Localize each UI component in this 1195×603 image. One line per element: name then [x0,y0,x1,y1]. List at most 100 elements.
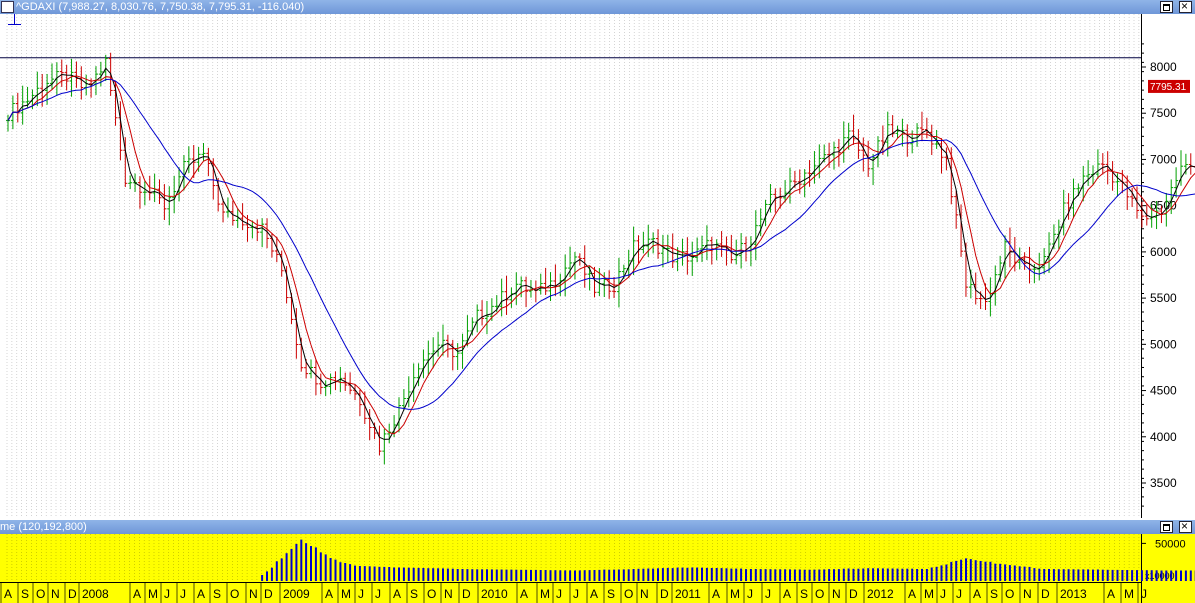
x-tick-label: A [393,587,401,601]
volume-bar [886,568,889,581]
volume-bar [1013,565,1016,581]
volume-bar [891,568,894,581]
x-tick-label: M [1124,587,1134,601]
x-tick-label: M [924,587,934,601]
volume-bar [1175,570,1178,581]
volume-panel-title: me (120,192,800) [0,521,87,533]
x-tick-label: O [36,587,45,601]
close-icon[interactable] [1179,0,1192,13]
volume-bar [1180,570,1182,581]
x-tick-label: A [197,587,205,601]
volume-bar [407,567,410,581]
x-tick-label: N [51,587,60,601]
volume-bar [1155,570,1158,581]
volume-bar [1189,570,1192,581]
volume-bar [603,569,606,581]
volume-bar [324,554,327,581]
volume-bar [442,568,444,581]
volume-bar [1096,569,1099,581]
volume-bar [1028,566,1031,581]
y-tick-label: 4000 [1150,430,1177,444]
volume-bar [1033,568,1036,581]
x-tick-label: S [21,587,29,601]
x-tick-label: S [213,587,221,601]
volume-close-icon[interactable] [1179,519,1192,533]
volume-bar [583,570,586,581]
volume-bar [1004,564,1007,581]
volume-bar [1008,565,1011,581]
volume-bar [1048,569,1050,581]
x-tick-label: A [783,587,791,601]
volume-bar [661,568,664,581]
volume-bar [945,564,948,581]
x-tick-label: S [990,587,998,601]
price-plot-background [0,14,1195,518]
volume-bar [725,568,728,581]
volume-bar [1038,568,1041,581]
price-panel-title: ^GDAXI (7,988.27, 8,030.76, 7,750.38, 7,… [16,1,305,13]
volume-bar [872,568,875,581]
x-tick-label: N [249,587,258,601]
volume-bar [1023,566,1026,581]
volume-bar [960,559,963,581]
volume-bar [500,569,503,581]
volume-bar [818,569,821,581]
volume-bar [1131,570,1134,581]
x-tick-label: 2013 [1060,587,1087,601]
volume-bar [290,548,293,581]
volume-bar [476,569,479,581]
panel-menu-icon[interactable] [1,1,14,13]
y-tick-label: 6000 [1150,245,1177,259]
maximize-icon[interactable] [1159,1,1173,13]
volume-bar [784,569,787,581]
volume-bar [994,563,997,581]
volume-bar [622,569,625,581]
volume-bar [1077,569,1080,581]
x-tick-label: 2008 [82,587,109,601]
volume-bar [285,553,288,581]
volume-bar [705,567,708,581]
volume-bar [749,569,752,581]
x-tick-label: S [607,587,615,601]
x-tick-label: O [815,587,824,601]
volume-bar [681,567,684,581]
volume-bar [427,568,430,581]
volume-bar [1018,566,1021,581]
volume-bar [710,568,713,581]
volume-bar [388,567,391,581]
volume-bar [950,561,953,581]
volume-bar [329,558,332,581]
volume-bar [617,569,620,581]
x-tick-label: D [462,587,471,601]
volume-bar [984,561,987,581]
volume-bar [1043,569,1046,581]
volume-bar [999,563,1002,581]
volume-bar [720,568,723,581]
volume-bar [823,569,826,581]
volume-bar [735,568,738,581]
volume-bar [608,569,611,581]
x-tick-label: S [410,587,418,601]
x-tick-label: A [908,587,916,601]
volume-bar [842,568,845,581]
volume-bar [769,569,772,581]
volume-bar [632,569,635,581]
volume-bar [974,560,977,581]
x-tick-label: J [573,587,579,601]
volume-bar [691,567,694,581]
x-tick-label: J [375,587,381,601]
volume-bar [837,569,840,581]
volume-panel-title-bar: me (120,192,800) [0,519,1195,534]
x-tick-label: A [520,587,528,601]
volume-bar [383,566,386,581]
volume-bar [1057,569,1060,581]
volume-bar [666,567,669,581]
volume-bar [813,569,816,581]
volume-bar [378,566,381,581]
volume-bar [1170,570,1173,581]
volume-bar [867,568,870,581]
volume-bar [1121,570,1124,581]
volume-maximize-icon[interactable] [1159,521,1173,533]
volume-bar [486,569,488,581]
volume-bar [598,569,601,581]
